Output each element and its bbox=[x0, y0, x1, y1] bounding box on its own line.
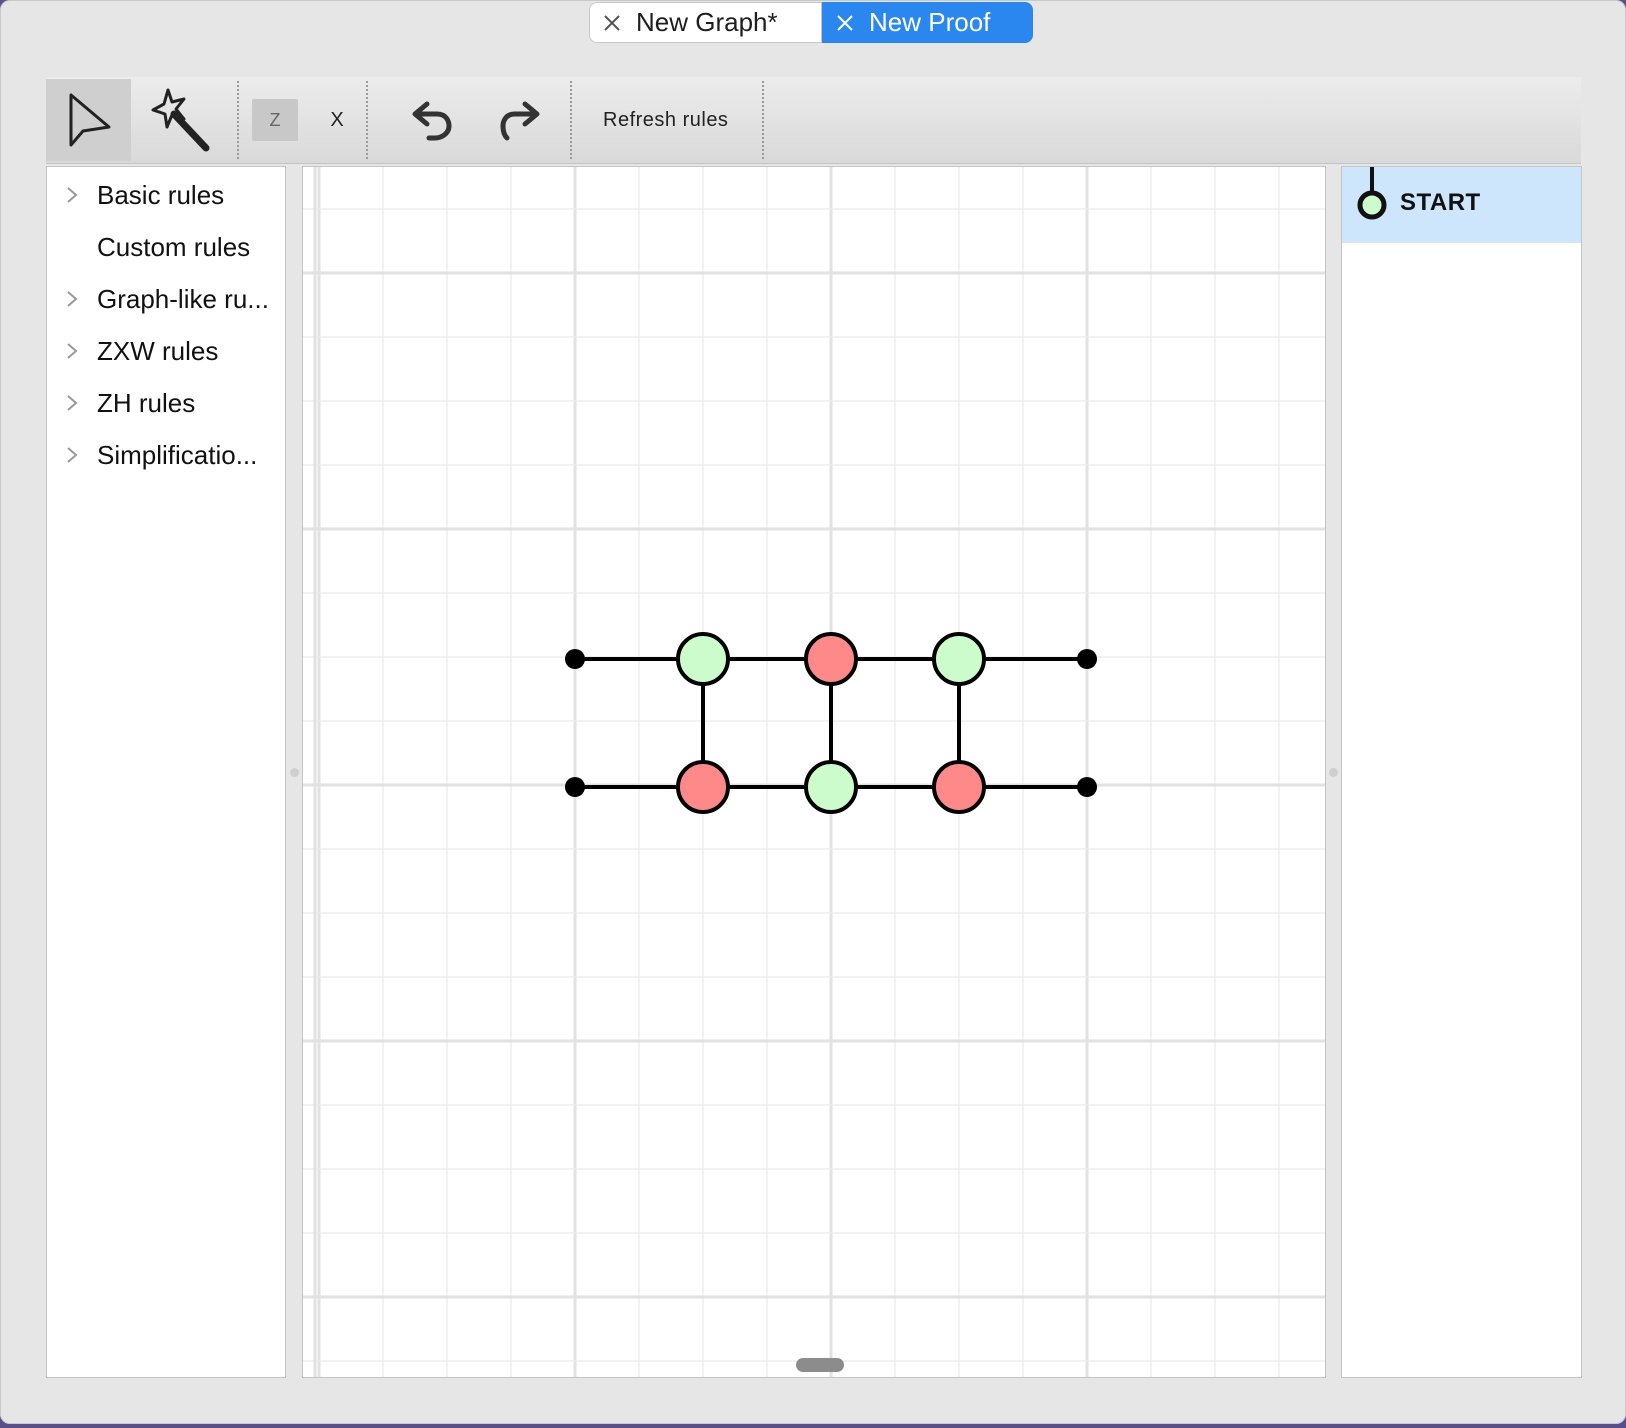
redo-button[interactable] bbox=[486, 79, 556, 161]
boundary-vertex[interactable] bbox=[565, 777, 585, 797]
z-spider[interactable] bbox=[804, 760, 858, 814]
undo-icon bbox=[412, 101, 452, 141]
rule-group-label: ZH rules bbox=[97, 387, 196, 418]
rule-group-basic[interactable]: Basic rules bbox=[47, 170, 224, 220]
rule-group-custom[interactable]: Custom rules bbox=[47, 222, 250, 272]
chevron-right-icon[interactable] bbox=[47, 342, 97, 360]
chevron-right-icon[interactable] bbox=[47, 394, 97, 412]
toolbar-separator bbox=[237, 81, 239, 159]
boundary-vertex[interactable] bbox=[1077, 777, 1097, 797]
rule-group-label: Custom rules bbox=[97, 231, 251, 262]
boundary-vertex[interactable] bbox=[565, 649, 585, 669]
toolbar-separator bbox=[570, 81, 572, 159]
tab-label: New Proof bbox=[869, 7, 991, 37]
chevron-right-icon[interactable] bbox=[47, 290, 97, 308]
magic-wand-button[interactable] bbox=[136, 79, 222, 161]
refresh-rules-button[interactable]: Refresh rules bbox=[603, 99, 728, 141]
rule-group-label: Graph-like ru... bbox=[97, 283, 269, 314]
z-spider[interactable] bbox=[676, 632, 730, 686]
select-tool-button[interactable] bbox=[46, 79, 131, 161]
tab-bar: New Graph* New Proof bbox=[589, 2, 1033, 43]
x-spider[interactable] bbox=[804, 632, 858, 686]
rule-group-graph-like[interactable]: Graph-like ru... bbox=[47, 274, 269, 324]
close-icon[interactable] bbox=[831, 9, 859, 37]
close-icon[interactable] bbox=[598, 9, 626, 37]
boundary-vertex[interactable] bbox=[1077, 649, 1097, 669]
step-label: START bbox=[1400, 189, 1481, 216]
undo-button[interactable] bbox=[396, 79, 466, 161]
rule-group-simplification[interactable]: Simplificatio... bbox=[47, 430, 257, 480]
z-spider[interactable] bbox=[932, 632, 986, 686]
redo-icon bbox=[500, 101, 540, 141]
tab-new-graph[interactable]: New Graph* bbox=[589, 2, 822, 43]
toolbar: Z X Refresh rules bbox=[46, 77, 1581, 164]
rule-group-label: Basic rules bbox=[97, 179, 225, 210]
chevron-right-icon[interactable] bbox=[47, 446, 97, 464]
graph-scene[interactable] bbox=[303, 167, 1325, 1377]
tab-new-proof[interactable]: New Proof bbox=[822, 2, 1033, 43]
rule-group-zh[interactable]: ZH rules bbox=[47, 378, 195, 428]
rule-group-zxw[interactable]: ZXW rules bbox=[47, 326, 218, 376]
app-window: New Graph* New Proof Z X Refresh rules B… bbox=[0, 0, 1626, 1424]
chevron-right-icon[interactable] bbox=[47, 186, 97, 204]
rules-sidebar: Basic rules Custom rules Graph-like ru..… bbox=[46, 166, 286, 1378]
splitter-grip[interactable] bbox=[1329, 768, 1338, 777]
tab-label: New Graph* bbox=[636, 7, 778, 37]
graph-canvas[interactable] bbox=[302, 166, 1326, 1378]
z-spider-button[interactable]: Z bbox=[252, 99, 298, 141]
scroll-handle[interactable] bbox=[796, 1358, 844, 1372]
select-arrow-icon bbox=[69, 93, 110, 147]
x-spider-button[interactable]: X bbox=[314, 99, 360, 141]
proof-steps-panel: START bbox=[1341, 166, 1582, 1378]
magic-wand-icon bbox=[151, 88, 210, 152]
step-node-icon bbox=[1357, 167, 1387, 220]
proof-step-start[interactable]: START bbox=[1342, 167, 1581, 243]
rule-group-label: ZXW rules bbox=[97, 335, 219, 366]
toolbar-separator bbox=[366, 81, 368, 159]
splitter-grip[interactable] bbox=[290, 768, 299, 777]
rule-group-label: Simplificatio... bbox=[97, 439, 258, 470]
x-spider[interactable] bbox=[932, 760, 986, 814]
toolbar-separator bbox=[762, 81, 764, 159]
x-spider[interactable] bbox=[676, 760, 730, 814]
